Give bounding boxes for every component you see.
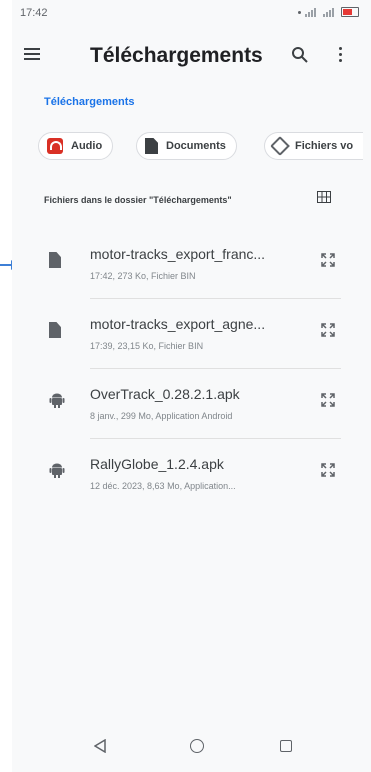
section-header: Fichiers dans le dossier "Téléchargement… bbox=[44, 195, 232, 205]
search-icon[interactable] bbox=[291, 46, 309, 64]
file-name: motor-tracks_export_agne... bbox=[90, 316, 266, 332]
chip-fichiers-vocaux[interactable]: Fichiers vo bbox=[264, 132, 364, 160]
notification-dot-icon bbox=[298, 10, 301, 14]
system-nav-bar bbox=[12, 725, 371, 772]
recent-apps-icon[interactable] bbox=[280, 740, 292, 752]
file-name: motor-tracks_export_franc... bbox=[90, 246, 266, 262]
chip-label: Fichiers vo bbox=[295, 140, 354, 152]
app-screen: 17:42 Téléchargements Téléchargements Au… bbox=[12, 0, 371, 772]
filter-chips: Audio Documents Fichiers vo bbox=[38, 132, 371, 162]
expand-icon[interactable] bbox=[320, 252, 336, 268]
chip-label: Documents bbox=[166, 140, 226, 152]
home-icon[interactable] bbox=[190, 739, 204, 753]
more-vert-icon[interactable] bbox=[334, 44, 346, 66]
file-meta: 17:42, 273 Ko, Fichier BIN bbox=[90, 271, 196, 281]
divider bbox=[90, 438, 341, 439]
label-icon bbox=[270, 136, 290, 156]
expand-icon[interactable] bbox=[320, 322, 336, 338]
file-name: OverTrack_0.28.2.1.apk bbox=[90, 386, 240, 402]
list-item[interactable]: OverTrack_0.28.2.1.apk 8 janv., 299 Mo, … bbox=[12, 370, 371, 438]
file-meta: 17:39, 23,15 Ko, Fichier BIN bbox=[90, 341, 204, 351]
file-name: RallyGlobe_1.2.4.apk bbox=[90, 456, 224, 472]
divider bbox=[90, 368, 341, 369]
chip-documents[interactable]: Documents bbox=[136, 132, 237, 160]
expand-icon[interactable] bbox=[320, 392, 336, 408]
file-meta: 8 janv., 299 Mo, Application Android bbox=[90, 411, 233, 421]
page-title: Téléchargements bbox=[90, 44, 263, 67]
chip-label: Audio bbox=[71, 140, 103, 152]
file-icon bbox=[49, 252, 61, 268]
list-item[interactable]: RallyGlobe_1.2.4.apk 12 déc. 2023, 8,63 … bbox=[12, 440, 371, 508]
menu-icon[interactable] bbox=[24, 48, 40, 60]
android-icon bbox=[49, 393, 65, 408]
wifi-signal-icon bbox=[323, 7, 337, 17]
grid-view-icon[interactable] bbox=[317, 191, 331, 203]
breadcrumb[interactable]: Téléchargements bbox=[44, 96, 134, 108]
headphones-icon bbox=[47, 138, 63, 154]
list-item[interactable]: motor-tracks_export_franc... 17:42, 273 … bbox=[12, 230, 371, 298]
chip-audio[interactable]: Audio bbox=[38, 132, 114, 160]
signal-icon bbox=[305, 7, 319, 17]
app-bar: Téléchargements bbox=[12, 30, 371, 82]
status-time: 17:42 bbox=[20, 7, 48, 19]
file-icon bbox=[49, 322, 61, 338]
android-icon bbox=[49, 463, 65, 478]
list-item[interactable]: motor-tracks_export_agne... 17:39, 23,15… bbox=[12, 300, 371, 368]
expand-icon[interactable] bbox=[320, 462, 336, 478]
document-icon bbox=[145, 138, 158, 154]
back-icon[interactable] bbox=[94, 739, 106, 753]
battery-icon bbox=[341, 7, 359, 17]
divider bbox=[90, 298, 341, 299]
status-bar: 17:42 bbox=[12, 0, 371, 24]
system-icons bbox=[298, 7, 359, 17]
file-meta: 12 déc. 2023, 8,63 Mo, Application... bbox=[90, 481, 236, 491]
